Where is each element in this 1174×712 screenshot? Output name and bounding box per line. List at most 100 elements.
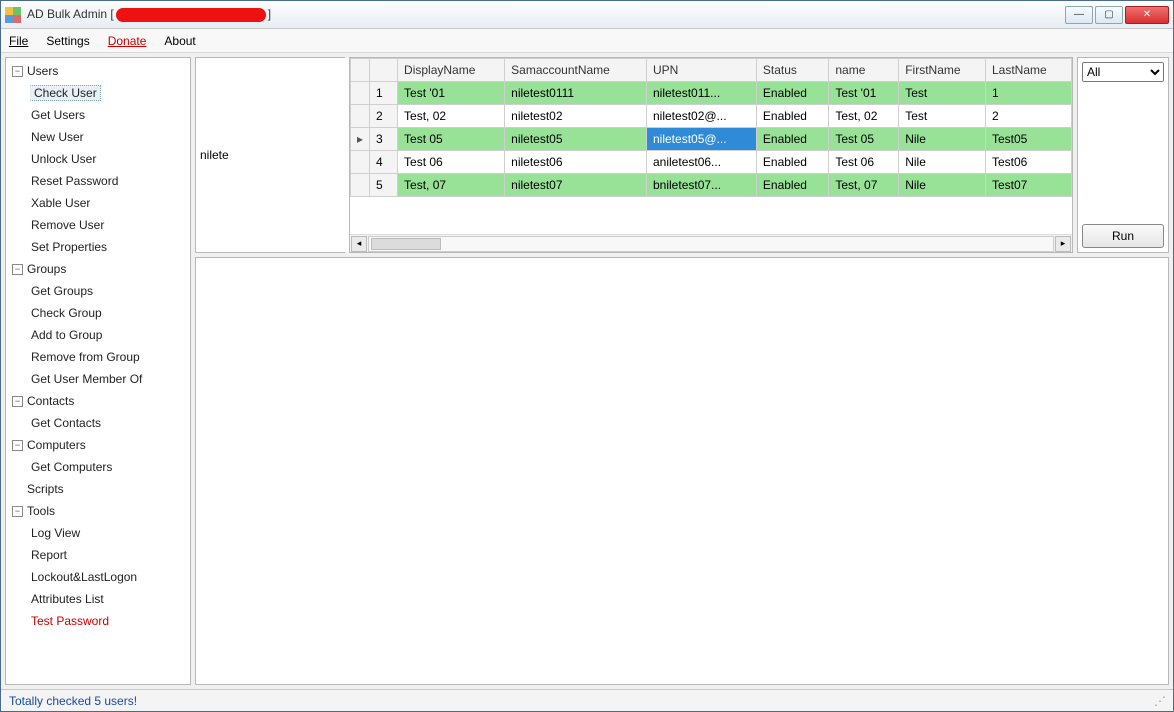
cell[interactable]: niletest011... — [647, 82, 757, 105]
cell[interactable]: Enabled — [756, 105, 828, 128]
data-grid[interactable]: DisplayNameSamaccountNameUPNStatusnameFi… — [350, 58, 1072, 197]
tree-node-scripts[interactable]: Scripts — [8, 478, 188, 500]
table-row[interactable]: ▸3Test 05niletest05niletest05@...Enabled… — [351, 128, 1072, 151]
cell[interactable]: Test 06 — [398, 151, 505, 174]
tree-item[interactable]: Lockout&LastLogon — [8, 566, 188, 588]
menu-settings[interactable]: Settings — [46, 34, 89, 48]
cell[interactable]: niletest06 — [505, 151, 647, 174]
collapse-icon[interactable]: − — [12, 66, 23, 77]
tree-item[interactable]: Check Group — [8, 302, 188, 324]
collapse-icon[interactable]: − — [12, 264, 23, 275]
cell[interactable]: niletest07 — [505, 174, 647, 197]
cell[interactable]: Enabled — [756, 174, 828, 197]
table-row[interactable]: 4Test 06niletest06aniletest06...EnabledT… — [351, 151, 1072, 174]
tree-node-tools[interactable]: −Tools — [8, 500, 188, 522]
menu-file[interactable]: File — [9, 34, 28, 48]
tree-item[interactable]: Log View — [8, 522, 188, 544]
cell[interactable]: Test07 — [986, 174, 1072, 197]
column-header[interactable]: SamaccountName — [505, 59, 647, 82]
status-text: Totally checked 5 users! — [9, 694, 137, 708]
table-row[interactable]: 5Test, 07niletest07bniletest07...Enabled… — [351, 174, 1072, 197]
table-row[interactable]: 2Test, 02niletest02niletest02@...Enabled… — [351, 105, 1072, 128]
cell[interactable]: niletest02 — [505, 105, 647, 128]
cell[interactable]: Test 06 — [829, 151, 899, 174]
collapse-icon[interactable]: − — [12, 396, 23, 407]
column-header[interactable]: LastName — [986, 59, 1072, 82]
cell[interactable]: Test 05 — [398, 128, 505, 151]
column-header[interactable]: name — [829, 59, 899, 82]
resize-grip-icon[interactable]: ⋰ — [1154, 694, 1165, 708]
tree-node-contacts[interactable]: −Contacts — [8, 390, 188, 412]
cell[interactable]: Nile — [899, 151, 986, 174]
cell[interactable]: niletest0111 — [505, 82, 647, 105]
tree-item[interactable]: Get Computers — [8, 456, 188, 478]
cell[interactable]: Test — [899, 82, 986, 105]
tree-item[interactable]: Xable User — [8, 192, 188, 214]
grid-hscrollbar[interactable]: ◂ ▸ — [350, 234, 1072, 252]
window-title: AD Bulk Admin [] — [27, 7, 271, 22]
scroll-left-icon[interactable]: ◂ — [351, 236, 367, 252]
column-header[interactable]: FirstName — [899, 59, 986, 82]
tree-item[interactable]: New User — [8, 126, 188, 148]
tree-item[interactable]: Get User Member Of — [8, 368, 188, 390]
column-header[interactable]: DisplayName — [398, 59, 505, 82]
scroll-thumb[interactable] — [371, 238, 441, 250]
tree-item[interactable]: Report — [8, 544, 188, 566]
cell[interactable]: Nile — [899, 174, 986, 197]
table-row[interactable]: 1Test '01niletest0111niletest011...Enabl… — [351, 82, 1072, 105]
cell[interactable]: niletest05@... — [647, 128, 757, 151]
tree-item[interactable]: Reset Password — [8, 170, 188, 192]
tree-node-computers[interactable]: −Computers — [8, 434, 188, 456]
search-input[interactable] — [196, 58, 359, 252]
cell[interactable]: Test, 07 — [398, 174, 505, 197]
cell[interactable]: Enabled — [756, 82, 828, 105]
cell[interactable]: Test06 — [986, 151, 1072, 174]
scroll-right-icon[interactable]: ▸ — [1055, 236, 1071, 252]
tree-item[interactable]: Set Properties — [8, 236, 188, 258]
tree-item[interactable]: Remove User — [8, 214, 188, 236]
minimize-button[interactable]: — — [1065, 6, 1093, 24]
column-header[interactable]: UPN — [647, 59, 757, 82]
tree-item[interactable]: Add to Group — [8, 324, 188, 346]
cell[interactable]: aniletest06... — [647, 151, 757, 174]
tree-item[interactable]: Get Contacts — [8, 412, 188, 434]
tree-panel[interactable]: −UsersCheck UserGet UsersNew UserUnlock … — [5, 57, 191, 685]
tree-item[interactable]: Check User — [8, 82, 188, 104]
tree-item[interactable]: Test Password — [8, 610, 188, 632]
collapse-icon[interactable]: − — [12, 506, 23, 517]
tree-node-groups[interactable]: −Groups — [8, 258, 188, 280]
cell[interactable]: Test, 02 — [398, 105, 505, 128]
cell[interactable]: Nile — [899, 128, 986, 151]
app-icon — [5, 7, 21, 23]
tree-item[interactable]: Get Groups — [8, 280, 188, 302]
close-button[interactable]: ✕ — [1125, 6, 1169, 24]
tree-item[interactable]: Unlock User — [8, 148, 188, 170]
tree-item[interactable]: Attributes List — [8, 588, 188, 610]
cell[interactable]: Test, 02 — [829, 105, 899, 128]
menu-about[interactable]: About — [164, 34, 195, 48]
cell[interactable]: niletest02@... — [647, 105, 757, 128]
run-button[interactable]: Run — [1082, 224, 1164, 248]
cell[interactable]: bniletest07... — [647, 174, 757, 197]
cell[interactable]: Enabled — [756, 128, 828, 151]
cell[interactable]: Test 05 — [829, 128, 899, 151]
filter-select[interactable]: All — [1082, 62, 1164, 82]
cell[interactable]: niletest05 — [505, 128, 647, 151]
maximize-button[interactable]: ▢ — [1095, 6, 1123, 24]
cell[interactable]: Enabled — [756, 151, 828, 174]
tree-item[interactable]: Get Users — [8, 104, 188, 126]
column-header[interactable]: Status — [756, 59, 828, 82]
cell[interactable]: Test — [899, 105, 986, 128]
cell[interactable]: Test, 07 — [829, 174, 899, 197]
collapse-icon[interactable]: − — [12, 440, 23, 451]
cell[interactable]: 2 — [986, 105, 1072, 128]
cell[interactable]: 1 — [986, 82, 1072, 105]
data-grid-panel: DisplayNameSamaccountNameUPNStatusnameFi… — [349, 57, 1073, 253]
tree-node-users[interactable]: −Users — [8, 60, 188, 82]
cell[interactable]: Test '01 — [398, 82, 505, 105]
cell[interactable]: Test '01 — [829, 82, 899, 105]
cell[interactable]: Test05 — [986, 128, 1072, 151]
menu-donate[interactable]: Donate — [108, 34, 147, 48]
app-window: AD Bulk Admin [] — ▢ ✕ File Settings Don… — [0, 0, 1174, 712]
tree-item[interactable]: Remove from Group — [8, 346, 188, 368]
